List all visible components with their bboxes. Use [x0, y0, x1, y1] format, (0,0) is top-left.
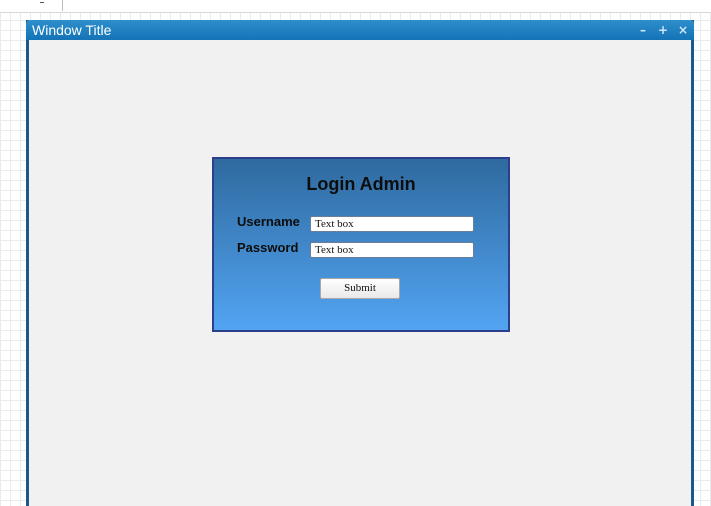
window-content: Login Admin Username Text box Password T…: [29, 40, 691, 506]
close-icon[interactable]: ×: [676, 23, 690, 37]
app-window: Window Title – + × Login Admin Username …: [26, 20, 694, 506]
minimize-icon[interactable]: –: [636, 23, 650, 37]
password-label: Password: [237, 240, 299, 255]
maximize-icon[interactable]: +: [656, 23, 670, 37]
login-heading: Login Admin: [306, 174, 416, 194]
login-panel: Login Admin Username Text box Password T…: [212, 157, 510, 332]
top-toolbar-strip: [0, 0, 711, 13]
submit-button[interactable]: Submit: [320, 278, 400, 299]
toolbar-tick-mark: [40, 2, 44, 3]
username-input[interactable]: Text box: [310, 216, 474, 232]
toolbar-divider: [62, 0, 63, 11]
password-input[interactable]: Text box: [310, 242, 474, 258]
window-titlebar[interactable]: Window Title – + ×: [26, 20, 694, 40]
window-title: Window Title: [32, 22, 112, 38]
username-label: Username: [237, 214, 300, 229]
window-controls: – + ×: [636, 23, 690, 37]
